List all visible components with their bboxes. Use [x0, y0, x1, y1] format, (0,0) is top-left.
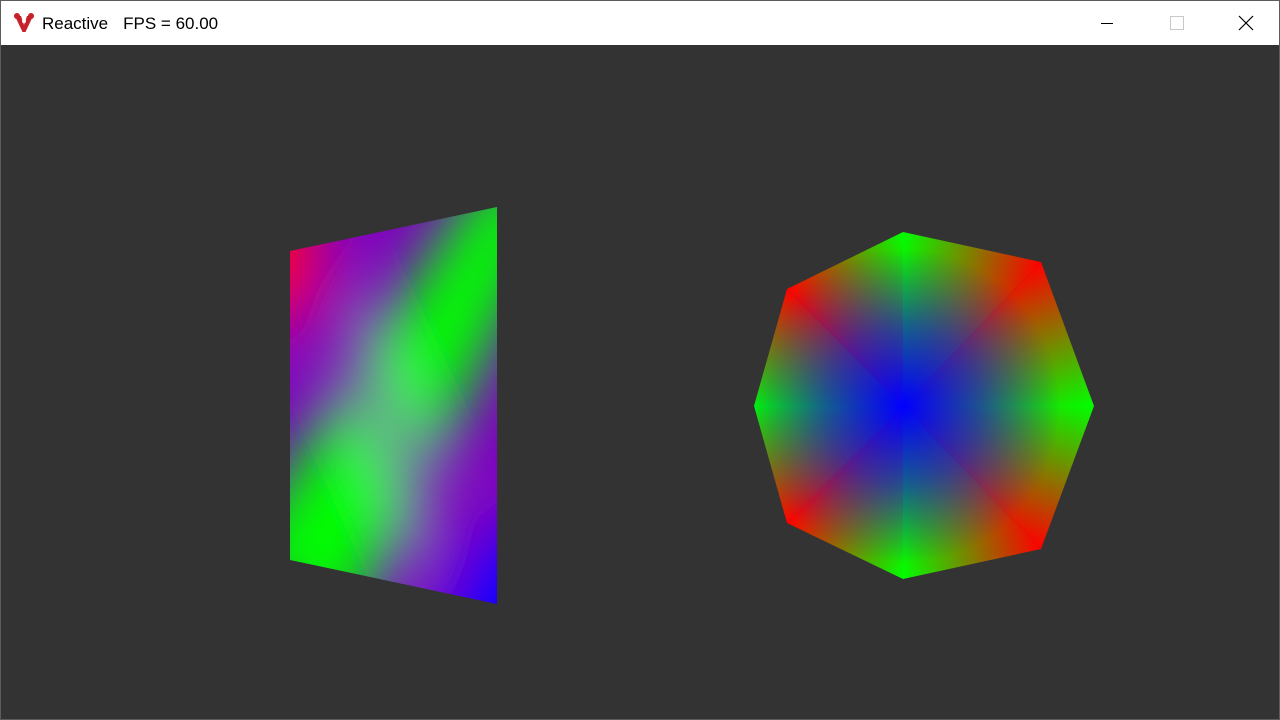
- scene-canvas: [290, 207, 1094, 604]
- fps-counter: FPS = 60.00: [123, 14, 219, 33]
- render-viewport[interactable]: [1, 45, 1279, 719]
- minimize-button[interactable]: [1072, 1, 1142, 45]
- app-window: Reactive FPS = 60.00: [0, 0, 1280, 720]
- title-bar[interactable]: Reactive FPS = 60.00: [1, 1, 1279, 45]
- maximize-icon: [1170, 16, 1184, 30]
- gradient-quad: [290, 207, 497, 604]
- gradient-octagon: [754, 232, 1094, 579]
- minimize-icon: [1101, 23, 1113, 24]
- close-icon: [1238, 15, 1254, 31]
- close-button[interactable]: [1211, 1, 1280, 45]
- app-name: Reactive: [42, 14, 109, 33]
- reactive-logo-icon: [14, 13, 34, 32]
- window-title: Reactive FPS = 60.00: [42, 13, 218, 35]
- maximize-button[interactable]: [1142, 1, 1212, 45]
